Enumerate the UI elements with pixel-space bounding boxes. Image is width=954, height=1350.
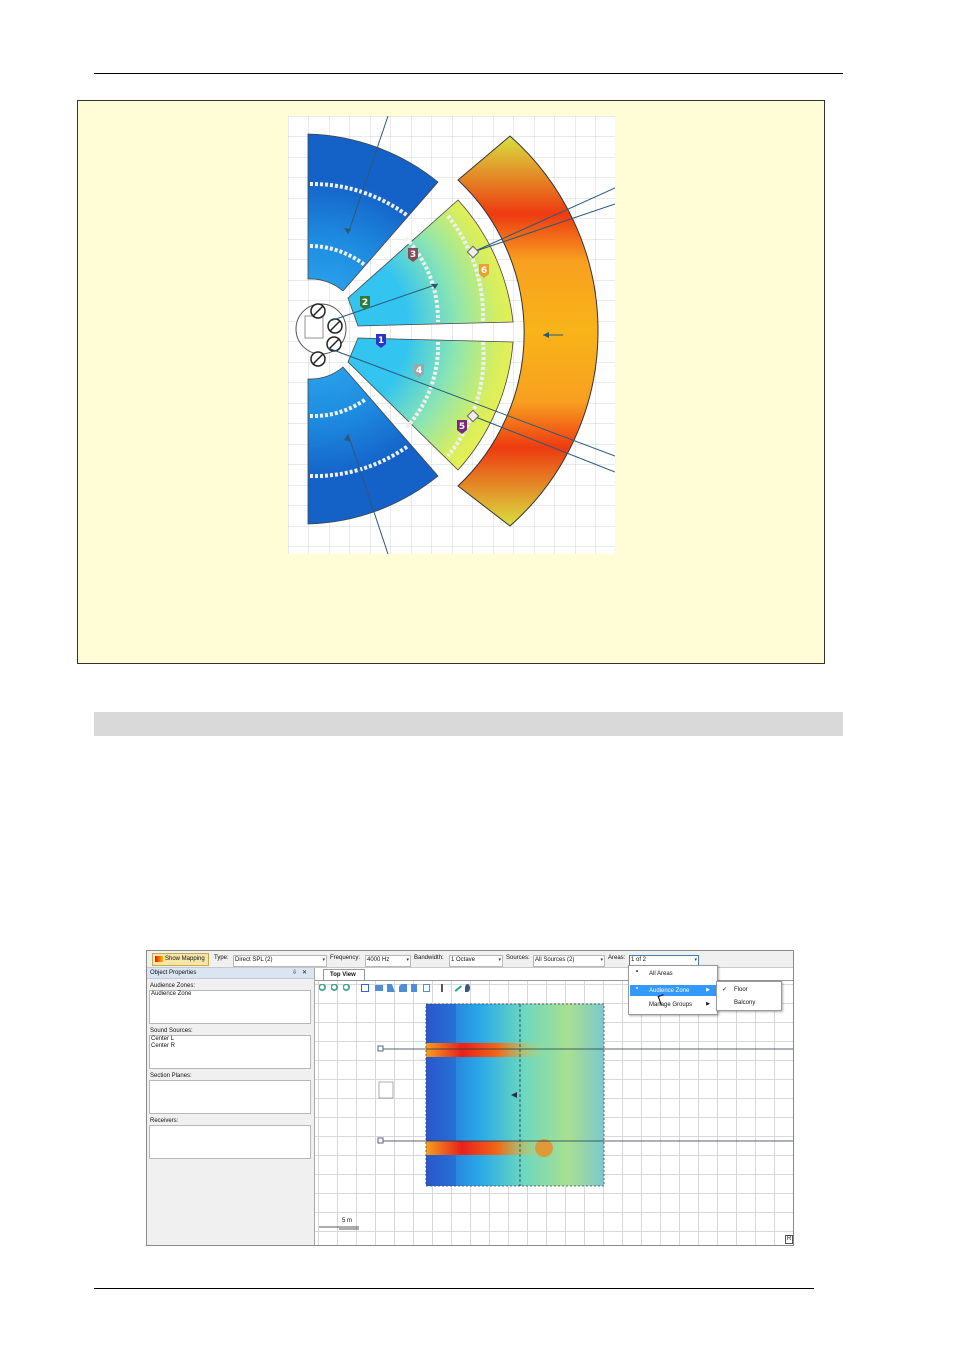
areas-label: Areas: [608,955,626,961]
bullet-icon: • [636,986,639,992]
list-item[interactable]: Audience Zone [150,991,310,998]
close-icon[interactable]: ✕ [302,969,307,976]
pin-icon[interactable]: ⇩ [292,969,297,976]
section-planes-list[interactable] [149,1080,311,1114]
audience-zone-submenu: ✓ Floor Balcony [716,981,782,1011]
panel-title: Object Properties [150,970,197,976]
bottom-rule [94,1288,814,1289]
chevron-down-icon: ▾ [498,957,501,963]
svg-text:6: 6 [481,266,487,276]
svg-text:5: 5 [459,422,465,432]
bandwidth-label: Bandwidth: [414,955,444,961]
submenu-arrow-icon: ▶ [706,987,710,993]
check-icon: ✓ [722,987,728,993]
submenu-item-balcony[interactable]: Balcony [718,997,780,1008]
show-mapping-button[interactable]: Show Mapping [152,953,209,966]
spl-map-figure: 1 2 3 4 5 6 [288,115,616,555]
list-item[interactable]: Center R [150,1043,310,1050]
svg-text:1: 1 [378,336,384,346]
heatmap-svg [319,1003,793,1230]
type-select[interactable]: Direct SPL (2) ▾ [233,955,327,967]
bullet-icon: • [636,969,639,975]
sources-select[interactable]: All Sources (2) ▾ [533,955,605,967]
list-item[interactable]: Center L [150,1036,310,1043]
scale-label: 5 m [342,1218,353,1224]
map-canvas[interactable]: 5 m R [315,980,793,1245]
chevron-down-icon: ▾ [406,957,409,963]
receivers-list[interactable] [149,1125,311,1159]
svg-text:4: 4 [416,366,422,376]
frequency-label: Frequency: [330,955,361,961]
panel-header: Object Properties ⇩ ✕ [147,968,314,979]
svg-text:2: 2 [362,298,368,308]
sound-sources-label: Sound Sources: [150,1028,193,1034]
top-rule [94,73,843,74]
chevron-down-icon: ▾ [694,957,697,963]
menu-item-manage-groups[interactable]: Manage Groups ▶ [630,999,716,1010]
sources-label: Sources: [506,955,530,961]
receivers-label: Receivers: [150,1118,179,1124]
chevron-down-icon: ▾ [322,957,325,963]
svg-text:3: 3 [410,250,416,260]
submenu-item-floor[interactable]: ✓ Floor [718,984,780,995]
audience-zones-list[interactable]: Audience Zone [149,990,311,1024]
spl-map-svg: 1 2 3 4 5 6 [288,115,616,555]
object-properties-panel: Object Properties ⇩ ✕ Audience Zones: Au… [147,968,315,1245]
areas-dropdown-menu: • All Areas • Audience Zone ▶ Manage Groups… [628,965,718,1015]
mapping-icon [155,956,163,962]
section-planes-label: Section Planes: [150,1073,192,1079]
type-label: Type: [214,955,229,961]
menu-item-all-areas[interactable]: • All Areas [630,968,716,979]
corner-indicator: R [785,1235,793,1244]
mapping-app-screenshot: Show Mapping Type: Direct SPL (2) ▾ Frequ… [146,950,794,1246]
chevron-down-icon: ▾ [600,957,603,963]
bandwidth-select[interactable]: 1 Octave ▾ [449,955,503,967]
menu-item-audience-zone[interactable]: • Audience Zone ▶ [630,985,716,996]
submenu-arrow-icon: ▶ [706,1001,710,1007]
frequency-select[interactable]: 4000 Hz ▾ [365,955,411,967]
tab-top-view[interactable]: Top View [323,969,365,980]
audience-zones-label: Audience Zones: [150,983,196,989]
sound-sources-list[interactable]: Center L Center R [149,1035,311,1069]
section-heading-bar [94,712,843,736]
